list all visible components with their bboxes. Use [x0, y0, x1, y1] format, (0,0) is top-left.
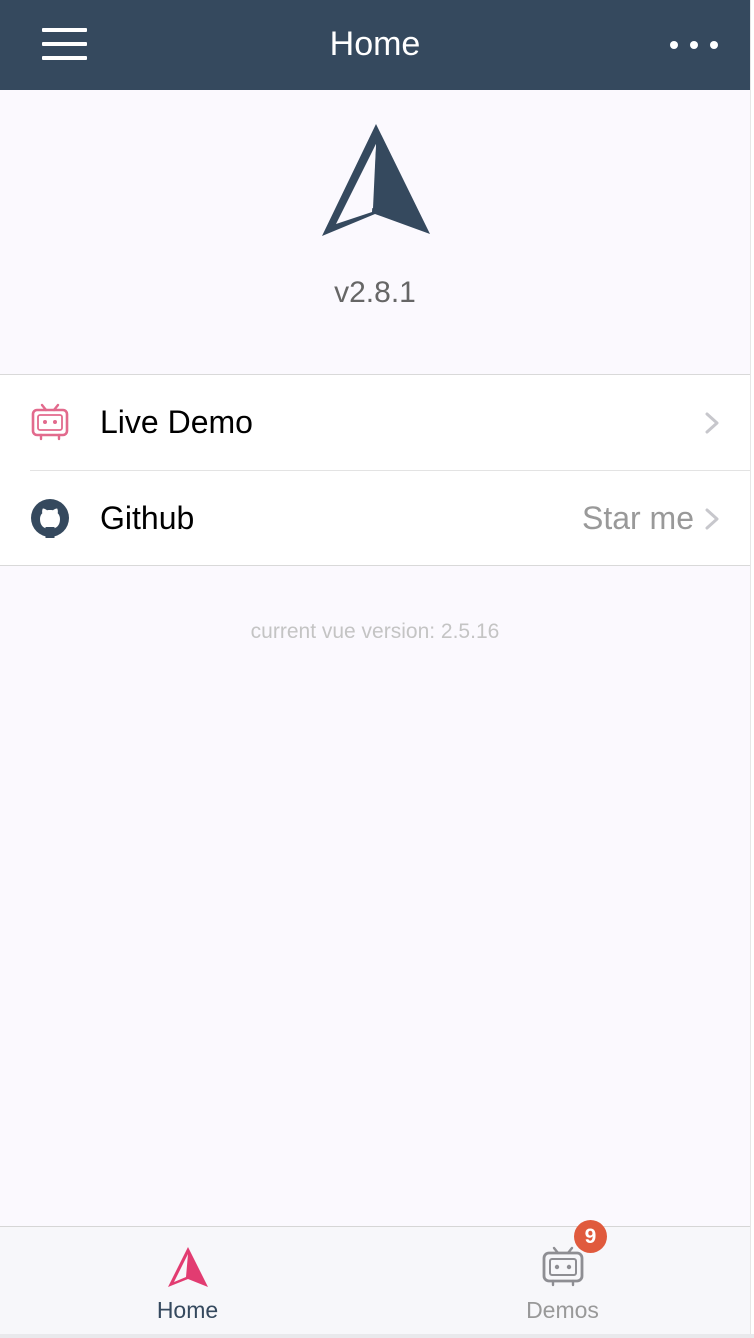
- app-screen: Home v2.8.1 Live Demo Github Star me cur…: [0, 0, 750, 1338]
- bottom-edge: [0, 1334, 754, 1338]
- page-title: Home: [329, 25, 421, 63]
- cell-label: Live Demo: [100, 404, 253, 440]
- link-list: Live Demo Github Star me: [0, 374, 750, 566]
- tv-icon: [31, 403, 69, 441]
- tab-label: Demos: [526, 1297, 599, 1323]
- github-icon: [31, 499, 69, 538]
- scrollbar-track: [750, 0, 754, 1338]
- header-bar: Home: [0, 0, 750, 90]
- ellipsis-icon[interactable]: [664, 32, 726, 58]
- notification-badge: 9: [574, 1220, 607, 1253]
- tv-icon: [542, 1246, 584, 1287]
- version-label: v2.8.1: [334, 276, 416, 309]
- chevron-right-icon: [705, 508, 719, 530]
- vue-version-note: current vue version: 2.5.16: [250, 620, 500, 643]
- chevron-right-icon: [705, 412, 719, 434]
- live-demo-cell[interactable]: Live Demo: [0, 375, 750, 471]
- cell-label: Github: [100, 500, 195, 536]
- vux-logo-icon: [322, 124, 430, 236]
- vux-logo-icon: [168, 1247, 208, 1287]
- tab-bar: Home 9 Demos: [0, 1220, 750, 1338]
- tab-home[interactable]: Home: [0, 1227, 375, 1331]
- tab-demos[interactable]: 9 Demos: [375, 1220, 750, 1331]
- github-cell[interactable]: Github Star me: [0, 471, 750, 566]
- tab-label: Home: [156, 1297, 219, 1323]
- cell-value: Star me: [581, 500, 694, 536]
